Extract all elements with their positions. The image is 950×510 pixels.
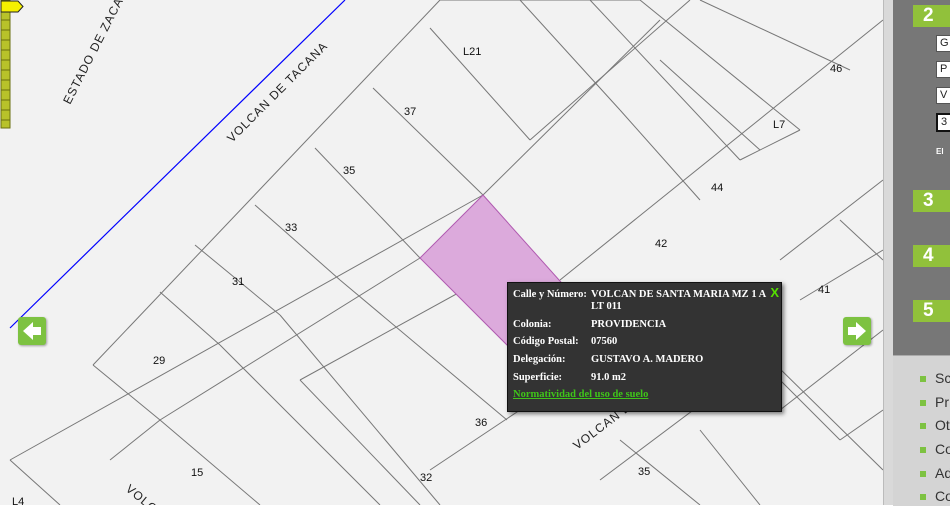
popup-row-superficie: Superficie: 91.0 m2 bbox=[513, 372, 769, 384]
bullet-icon bbox=[920, 423, 926, 430]
popup-row-postal-code: Código Postal: 07560 bbox=[513, 336, 769, 348]
popup-value: 91.0 m2 bbox=[591, 372, 626, 383]
street-name-label: VOLCAN DE TACANA bbox=[224, 39, 330, 145]
arrow-left-icon bbox=[23, 322, 41, 340]
jurisdiction-boundary-line bbox=[9, 0, 346, 329]
menu-item-label: Sc bbox=[935, 370, 950, 386]
popup-row-colonia: Colonia: PROVIDENCIA bbox=[513, 319, 769, 331]
menu-item-1[interactable]: Sc bbox=[920, 370, 950, 392]
menu-item-6[interactable]: Co bbox=[920, 488, 950, 510]
lot-number-label: 37 bbox=[404, 106, 416, 118]
menu-item-label: Co bbox=[935, 441, 950, 457]
menu-item-label: Ot bbox=[935, 417, 950, 433]
location-pin-icon[interactable] bbox=[0, 0, 24, 13]
popup-key: Colonia: bbox=[513, 319, 552, 330]
menu-item-4[interactable]: Co bbox=[920, 441, 950, 463]
sidebar-note: El bbox=[936, 147, 944, 156]
lot-number-label: 29 bbox=[153, 355, 165, 367]
popup-key: Código Postal: bbox=[513, 336, 579, 347]
lot-number-label: 44 bbox=[711, 182, 723, 194]
step-number: 2 bbox=[923, 5, 934, 26]
menu-item-3[interactable]: Ot bbox=[920, 417, 950, 439]
search-field-4[interactable]: 3 bbox=[936, 113, 950, 132]
land-use-regulation-link[interactable]: Normatividad del uso de suelo bbox=[513, 389, 648, 400]
bullet-icon bbox=[920, 447, 926, 454]
lot-number-label: 42 bbox=[655, 238, 667, 250]
close-popup-button[interactable]: X bbox=[770, 285, 779, 300]
lot-number-label: 15 bbox=[191, 467, 203, 479]
menu-item-2[interactable]: Pr bbox=[920, 394, 949, 416]
lot-number-label: 46 bbox=[830, 63, 842, 75]
lot-number-label: 35 bbox=[343, 165, 355, 177]
popup-value: 07560 bbox=[591, 336, 618, 347]
lot-number-label: L4 bbox=[12, 496, 24, 505]
search-field-2[interactable]: P bbox=[936, 61, 950, 78]
search-field-1[interactable]: G bbox=[936, 35, 950, 52]
popup-key: Delegación: bbox=[513, 354, 566, 365]
search-field-3[interactable]: V bbox=[936, 87, 950, 104]
lot-number-label: 36 bbox=[475, 417, 487, 429]
popup-row-address: Calle y Número: VOLCAN DE SANTA MARIA MZ… bbox=[513, 289, 769, 313]
step-number: 5 bbox=[923, 300, 934, 321]
street-name-label: VOLC bbox=[123, 482, 160, 505]
arrow-right-icon bbox=[848, 322, 866, 340]
parcel-map[interactable]: L2137353331291546L74442413927363235L4EST… bbox=[0, 0, 883, 505]
sidebar-menu: Sc Pr Ot Co Ad Co bbox=[893, 355, 950, 506]
bullet-icon bbox=[920, 494, 926, 501]
pan-left-button[interactable] bbox=[18, 317, 46, 345]
bullet-icon bbox=[920, 471, 926, 478]
menu-item-5[interactable]: Ad bbox=[920, 465, 950, 487]
parcel-info-popup: X Calle y Número: VOLCAN DE SANTA MARIA … bbox=[507, 282, 782, 412]
step-5-button[interactable]: 5 bbox=[913, 300, 950, 322]
lot-number-label: 41 bbox=[818, 284, 830, 296]
bullet-icon bbox=[920, 400, 926, 407]
street-name-label: ESTADO DE ZACAT bbox=[60, 0, 129, 106]
menu-item-label: Co bbox=[935, 488, 950, 504]
menu-item-label: Ad bbox=[935, 465, 950, 481]
popup-key: Superficie: bbox=[513, 372, 562, 383]
lot-number-label: 33 bbox=[285, 222, 297, 234]
popup-value: PROVIDENCIA bbox=[591, 319, 667, 330]
lot-number-label: L7 bbox=[773, 119, 785, 131]
lot-number-label: L21 bbox=[463, 46, 481, 58]
popup-value: VOLCAN DE SANTA MARIA MZ 1 A LT 011 bbox=[591, 289, 766, 312]
step-number: 3 bbox=[923, 190, 934, 211]
menu-item-label: Pr bbox=[935, 394, 949, 410]
map-area[interactable]: L2137353331291546L74442413927363235L4EST… bbox=[0, 0, 883, 505]
step-4-button[interactable]: 4 bbox=[913, 245, 950, 267]
zoom-slider[interactable] bbox=[0, 0, 11, 130]
lot-number-label: 31 bbox=[232, 276, 244, 288]
popup-value: GUSTAVO A. MADERO bbox=[591, 354, 704, 365]
lot-number-label: 32 bbox=[420, 472, 432, 484]
popup-row-delegacion: Delegación: GUSTAVO A. MADERO bbox=[513, 354, 769, 366]
pan-right-button[interactable] bbox=[843, 317, 871, 345]
popup-key: Calle y Número: bbox=[513, 289, 587, 300]
step-3-button[interactable]: 3 bbox=[913, 190, 950, 212]
step-2-button[interactable]: 2 bbox=[913, 5, 950, 27]
lot-number-label: 35 bbox=[638, 466, 650, 478]
bullet-icon bbox=[920, 376, 926, 383]
step-number: 4 bbox=[923, 245, 934, 266]
